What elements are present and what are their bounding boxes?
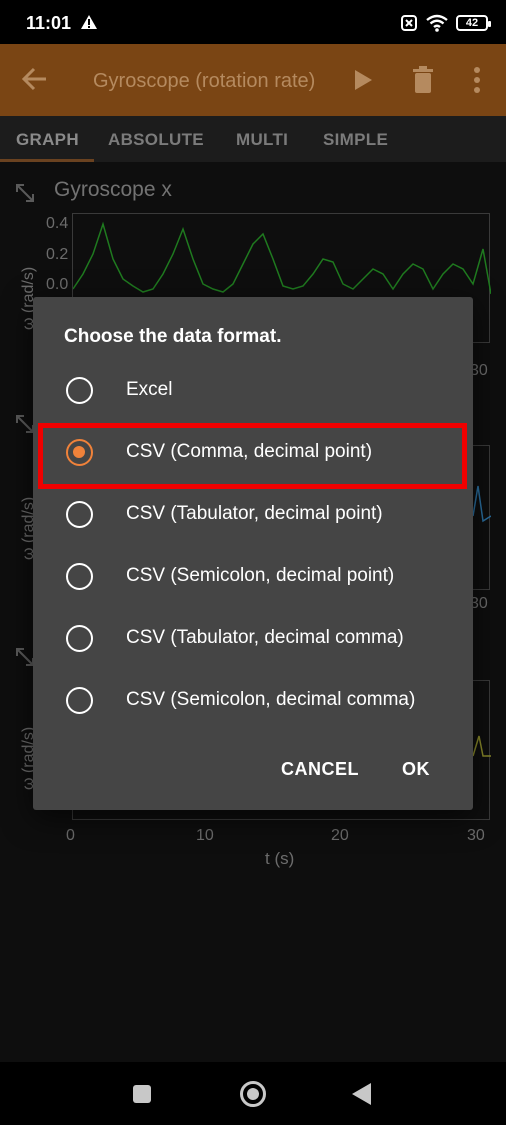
ok-button[interactable]: OK bbox=[402, 759, 430, 780]
graph-title: Gyroscope x bbox=[54, 178, 172, 201]
tab-simple[interactable]: SIMPLE bbox=[323, 130, 388, 150]
system-nav-bar bbox=[0, 1062, 506, 1125]
x-tick: 30 bbox=[467, 827, 485, 844]
y-tick: 0.4 bbox=[46, 215, 69, 232]
recents-square-icon[interactable] bbox=[133, 1085, 151, 1103]
status-bar: 11:01 42 bbox=[0, 0, 506, 44]
radio-button[interactable] bbox=[66, 687, 93, 714]
option-csv-semicolon-decimal-point[interactable]: CSV (Semicolon, decimal point) bbox=[33, 545, 473, 607]
x-tick: 10 bbox=[196, 827, 214, 844]
battery-level: 42 bbox=[465, 17, 479, 29]
back-arrow-icon[interactable] bbox=[20, 64, 50, 94]
tab-bar: GRAPH ABSOLUTE MULTI SIMPLE bbox=[0, 116, 506, 162]
x-tick: 20 bbox=[331, 827, 349, 844]
app-title: Gyroscope (rotation rate) bbox=[93, 70, 316, 92]
option-label: CSV (Tabulator, decimal point) bbox=[126, 503, 383, 524]
option-excel[interactable]: Excel bbox=[33, 359, 473, 421]
option-label: CSV (Tabulator, decimal comma) bbox=[126, 627, 404, 648]
more-vert-icon[interactable] bbox=[468, 66, 486, 94]
expand-icon[interactable] bbox=[14, 182, 36, 204]
x-tick: 0 bbox=[66, 827, 75, 844]
radio-button[interactable] bbox=[66, 563, 93, 590]
option-csv-tab-decimal-comma[interactable]: CSV (Tabulator, decimal comma) bbox=[33, 607, 473, 669]
back-triangle-icon[interactable] bbox=[352, 1083, 371, 1105]
tab-graph[interactable]: GRAPH bbox=[16, 130, 79, 150]
dialog-title: Choose the data format. bbox=[64, 326, 282, 347]
option-label: CSV (Semicolon, decimal point) bbox=[126, 565, 395, 586]
tab-multi[interactable]: MULTI bbox=[236, 130, 288, 150]
radio-button[interactable] bbox=[66, 625, 93, 652]
option-label: Excel bbox=[126, 379, 173, 400]
radio-button[interactable] bbox=[66, 377, 93, 404]
sim-error-icon bbox=[401, 15, 417, 31]
option-csv-tab-decimal-point[interactable]: CSV (Tabulator, decimal point) bbox=[33, 483, 473, 545]
play-icon[interactable] bbox=[352, 68, 374, 92]
battery-icon: 42 bbox=[456, 15, 491, 31]
option-label: CSV (Semicolon, decimal comma) bbox=[126, 689, 416, 710]
data-format-dialog: Choose the data format. Excel CSV (Comma… bbox=[33, 297, 473, 810]
status-time: 11:01 bbox=[26, 13, 72, 33]
cancel-button[interactable]: CANCEL bbox=[281, 759, 359, 780]
y-tick: 0.2 bbox=[46, 246, 69, 263]
selection-highlight bbox=[38, 423, 467, 489]
app-bar: Gyroscope (rotation rate) bbox=[0, 44, 506, 116]
trash-icon[interactable] bbox=[411, 66, 435, 94]
x-axis-label: t (s) bbox=[265, 849, 295, 868]
tab-absolute[interactable]: ABSOLUTE bbox=[108, 130, 204, 150]
radio-button[interactable] bbox=[66, 501, 93, 528]
home-circle-icon[interactable] bbox=[240, 1081, 266, 1107]
wifi-icon bbox=[426, 14, 448, 32]
warning-icon bbox=[81, 15, 97, 29]
option-csv-semicolon-decimal-comma[interactable]: CSV (Semicolon, decimal comma) bbox=[33, 669, 473, 731]
y-tick: 0.0 bbox=[46, 276, 69, 293]
